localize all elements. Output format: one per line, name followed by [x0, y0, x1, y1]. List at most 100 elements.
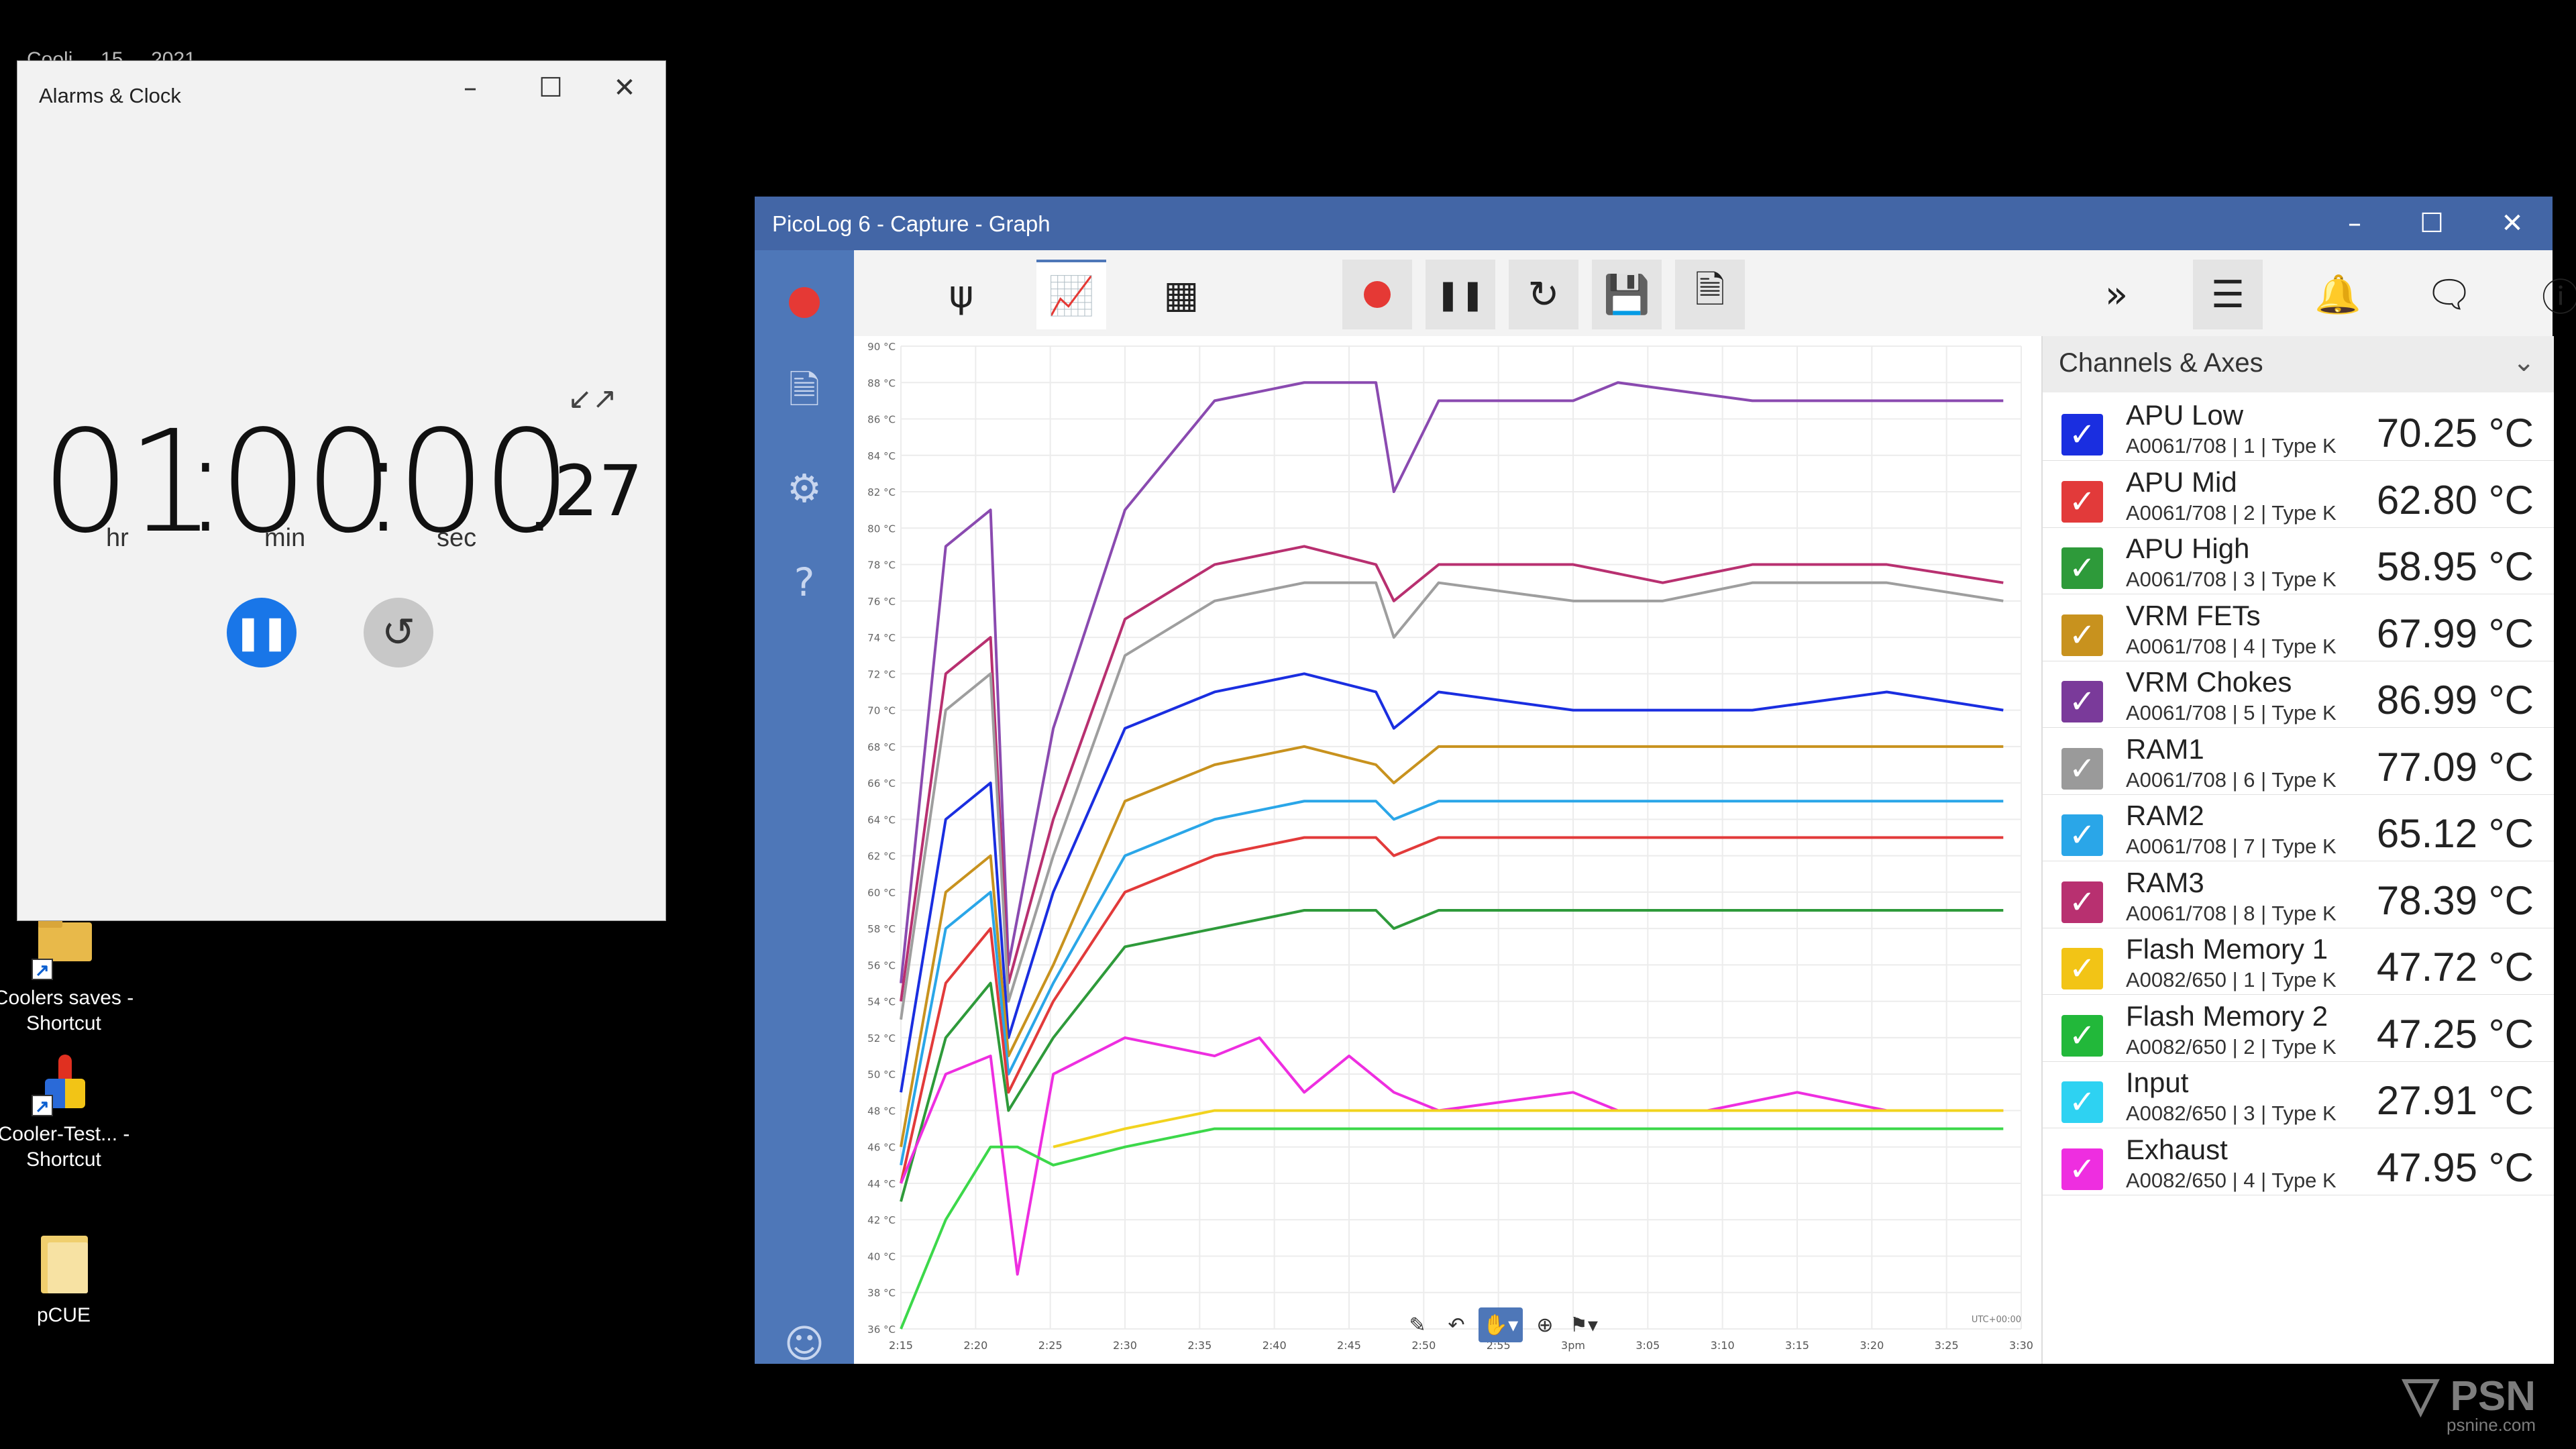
channel-device: A0061/708 | 8 | Type K [2126, 901, 2337, 925]
channel-row[interactable]: ✓ Input A0082/650 | 3 | Type K 27.91 °C [2043, 1061, 2554, 1128]
series-line [900, 672, 2004, 1093]
minimize-button[interactable]: – [437, 61, 504, 115]
x-tick-label: 2:20 [963, 1339, 987, 1352]
channel-checkbox[interactable]: ✓ [2061, 414, 2103, 455]
export-button[interactable]: 🗎 [1675, 260, 1745, 329]
x-tick-label: 2:30 [1113, 1339, 1137, 1352]
reset-button[interactable]: ↺ [364, 598, 433, 667]
channels-list-icon[interactable]: ☰ [2193, 260, 2263, 329]
x-tick-label: 2:25 [1038, 1339, 1063, 1352]
channel-checkbox[interactable]: ✓ [2061, 614, 2103, 656]
pause-button[interactable]: ❚❚ [1426, 260, 1495, 329]
channel-row[interactable]: ✓ Flash Memory 2 A0082/650 | 2 | Type K 47.… [2043, 995, 2554, 1062]
restart-button[interactable]: ↻ [1509, 260, 1578, 329]
record-icon [1364, 281, 1391, 308]
series-line [900, 745, 2004, 1148]
alarm-bell-icon[interactable]: 🔔 [2303, 260, 2373, 329]
channel-row[interactable]: ✓ Exhaust A0082/650 | 4 | Type K 47.95 °C [2043, 1128, 2554, 1195]
compact-overlay-icon[interactable]: ↙↗ [568, 382, 617, 416]
y-tick-label: 52 °C [867, 1032, 896, 1044]
close-button[interactable]: ✕ [591, 61, 658, 115]
usb-devices-icon[interactable]: ψ [926, 260, 996, 329]
zoom-area-icon[interactable]: ✎ [1401, 1307, 1434, 1342]
channel-row[interactable]: ✓ APU Mid A0061/708 | 2 | Type K 62.80 °C [2043, 461, 2554, 528]
close-button[interactable]: ✕ [2472, 197, 2553, 250]
graph-view-icon[interactable]: 📈 [1036, 260, 1106, 329]
channel-name: Flash Memory 2 [2126, 1000, 2328, 1032]
x-tick-label: 3:20 [1860, 1339, 1884, 1352]
channel-checkbox[interactable]: ✓ [2061, 881, 2103, 923]
pause-button[interactable]: ❚❚ [227, 598, 297, 667]
help-icon[interactable]: ? [771, 549, 838, 616]
alarms-clock-window: Alarms & Clock – ☐ ✕ ↙↗ 01 : 00 : 00 . 2… [17, 60, 666, 921]
more-chevron-icon[interactable]: » [2082, 260, 2151, 329]
channel-checkbox[interactable]: ✓ [2061, 547, 2103, 589]
x-tick-label: 2:35 [1187, 1339, 1212, 1352]
record-button[interactable] [1342, 260, 1412, 329]
channel-device: A0061/708 | 2 | Type K [2126, 500, 2337, 525]
channel-checkbox[interactable]: ✓ [2061, 747, 2103, 790]
channel-row[interactable]: ✓ RAM3 A0061/708 | 8 | Type K 78.39 °C [2043, 861, 2554, 928]
channel-device: A0082/650 | 2 | Type K [2126, 1034, 2337, 1059]
y-tick-label: 86 °C [867, 414, 896, 426]
restart-icon: ↻ [1527, 272, 1560, 317]
minimize-button[interactable]: – [2314, 197, 2395, 250]
temperature-chart[interactable]: 36 °C 38 °C 40 °C 42 °C 44 °C 46 °C 48 °C 50 °C… [854, 336, 2041, 1364]
y-tick-label: 90 °C [867, 341, 896, 353]
undo-zoom-icon[interactable]: ↶ [1440, 1307, 1473, 1342]
desktop-icon-cooler-test[interactable]: Cooler-Test... - Shortcut [0, 1052, 134, 1173]
channel-checkbox[interactable]: ✓ [2061, 681, 2103, 722]
record-indicator[interactable] [771, 269, 838, 336]
file-icon[interactable]: 🗎 [771, 361, 838, 428]
channel-device: A0082/650 | 1 | Type K [2126, 968, 2337, 991]
maximize-button[interactable]: ☐ [2392, 197, 2472, 250]
channel-value: 67.99 °C [2376, 610, 2534, 656]
graph-tools: ✎ ↶ ✋▾ ⊕ ⚑▾ [1401, 1307, 1601, 1348]
y-tick-label: 80 °C [867, 523, 896, 535]
feedback-smiley-icon[interactable]: ☺ [771, 1310, 838, 1377]
save-button[interactable]: 💾 [1592, 260, 1662, 329]
toolbar: ψ 📈 ▦ ❚❚ ↻ 💾 🗎 » ☰ 🔔 🗨 ⓘ [854, 250, 2576, 337]
maximize-button[interactable]: ☐ [517, 61, 584, 115]
chevron-down-icon[interactable]: ⌄ [2512, 347, 2535, 378]
channel-row[interactable]: ✓ RAM2 A0061/708 | 7 | Type K 65.12 °C [2043, 794, 2554, 861]
channel-checkbox[interactable]: ✓ [2061, 814, 2103, 856]
table-view-icon[interactable]: ▦ [1146, 260, 1216, 329]
channel-row[interactable]: ✓ VRM FETs A0061/708 | 4 | Type K 67.99 °C [2043, 594, 2554, 661]
decimal-dot: . [517, 400, 562, 564]
desktop-icon-pcue[interactable]: pCUE [0, 1233, 134, 1328]
timezone-label: UTC+00:00 [1972, 1315, 2021, 1325]
channel-checkbox[interactable]: ✓ [2061, 480, 2103, 523]
folder-icon [32, 1233, 96, 1297]
channel-row[interactable]: ✓ APU Low A0061/708 | 1 | Type K 70.25 °C [2043, 394, 2554, 461]
y-tick-label: 40 °C [867, 1250, 896, 1263]
graph-area[interactable]: 36 °C 38 °C 40 °C 42 °C 44 °C 46 °C 48 °C 50 °C… [854, 336, 2041, 1364]
pan-tool-icon[interactable]: ✋▾ [1479, 1307, 1523, 1342]
channel-row[interactable]: ✓ VRM Chokes A0061/708 | 5 | Type K 86.99 °… [2043, 661, 2554, 728]
channel-value: 47.72 °C [2376, 945, 2534, 989]
crosshair-icon[interactable]: ⊕ [1528, 1307, 1562, 1342]
channel-name: RAM1 [2126, 733, 2204, 765]
channel-checkbox[interactable]: ✓ [2061, 948, 2103, 989]
info-icon[interactable]: ⓘ [2526, 260, 2576, 329]
x-tick-label: 3:10 [1711, 1339, 1735, 1352]
desktop-icon-coolers-saves[interactable]: Coolers saves - Shortcut [0, 916, 134, 1036]
channel-checkbox[interactable]: ✓ [2061, 1148, 2103, 1190]
export-file-icon: 🗎 [1695, 268, 1725, 312]
channels-header[interactable]: Channels & Axes ⌄ [2043, 336, 2554, 392]
y-tick-label: 36 °C [867, 1324, 896, 1336]
channel-row[interactable]: ✓ Flash Memory 1 A0082/650 | 1 | Type K 47.… [2043, 928, 2554, 995]
y-tick-label: 54 °C [867, 996, 896, 1008]
channel-checkbox[interactable]: ✓ [2061, 1014, 2103, 1057]
channel-row[interactable]: ✓ RAM1 A0061/708 | 6 | Type K 77.09 °C [2043, 728, 2554, 795]
desktop-icon-label: Cooler-Test... - Shortcut [0, 1123, 130, 1171]
picolog-window: PicoLog 6 - Capture - Graph – ☐ ✕ 🗎 ⚙ ? … [755, 197, 2576, 1366]
channel-name: APU Mid [2126, 466, 2237, 498]
annotation-flag-icon[interactable]: ⚑▾ [1567, 1307, 1601, 1342]
settings-icon[interactable]: ⚙ [771, 455, 838, 522]
channel-row[interactable]: ✓ APU High A0061/708 | 3 | Type K 58.95 °C [2043, 527, 2554, 594]
y-tick-label: 64 °C [867, 814, 896, 826]
y-tick-label: 84 °C [867, 450, 896, 462]
notes-comment-icon[interactable]: 🗨 [2414, 260, 2484, 329]
channel-checkbox[interactable]: ✓ [2061, 1081, 2103, 1123]
